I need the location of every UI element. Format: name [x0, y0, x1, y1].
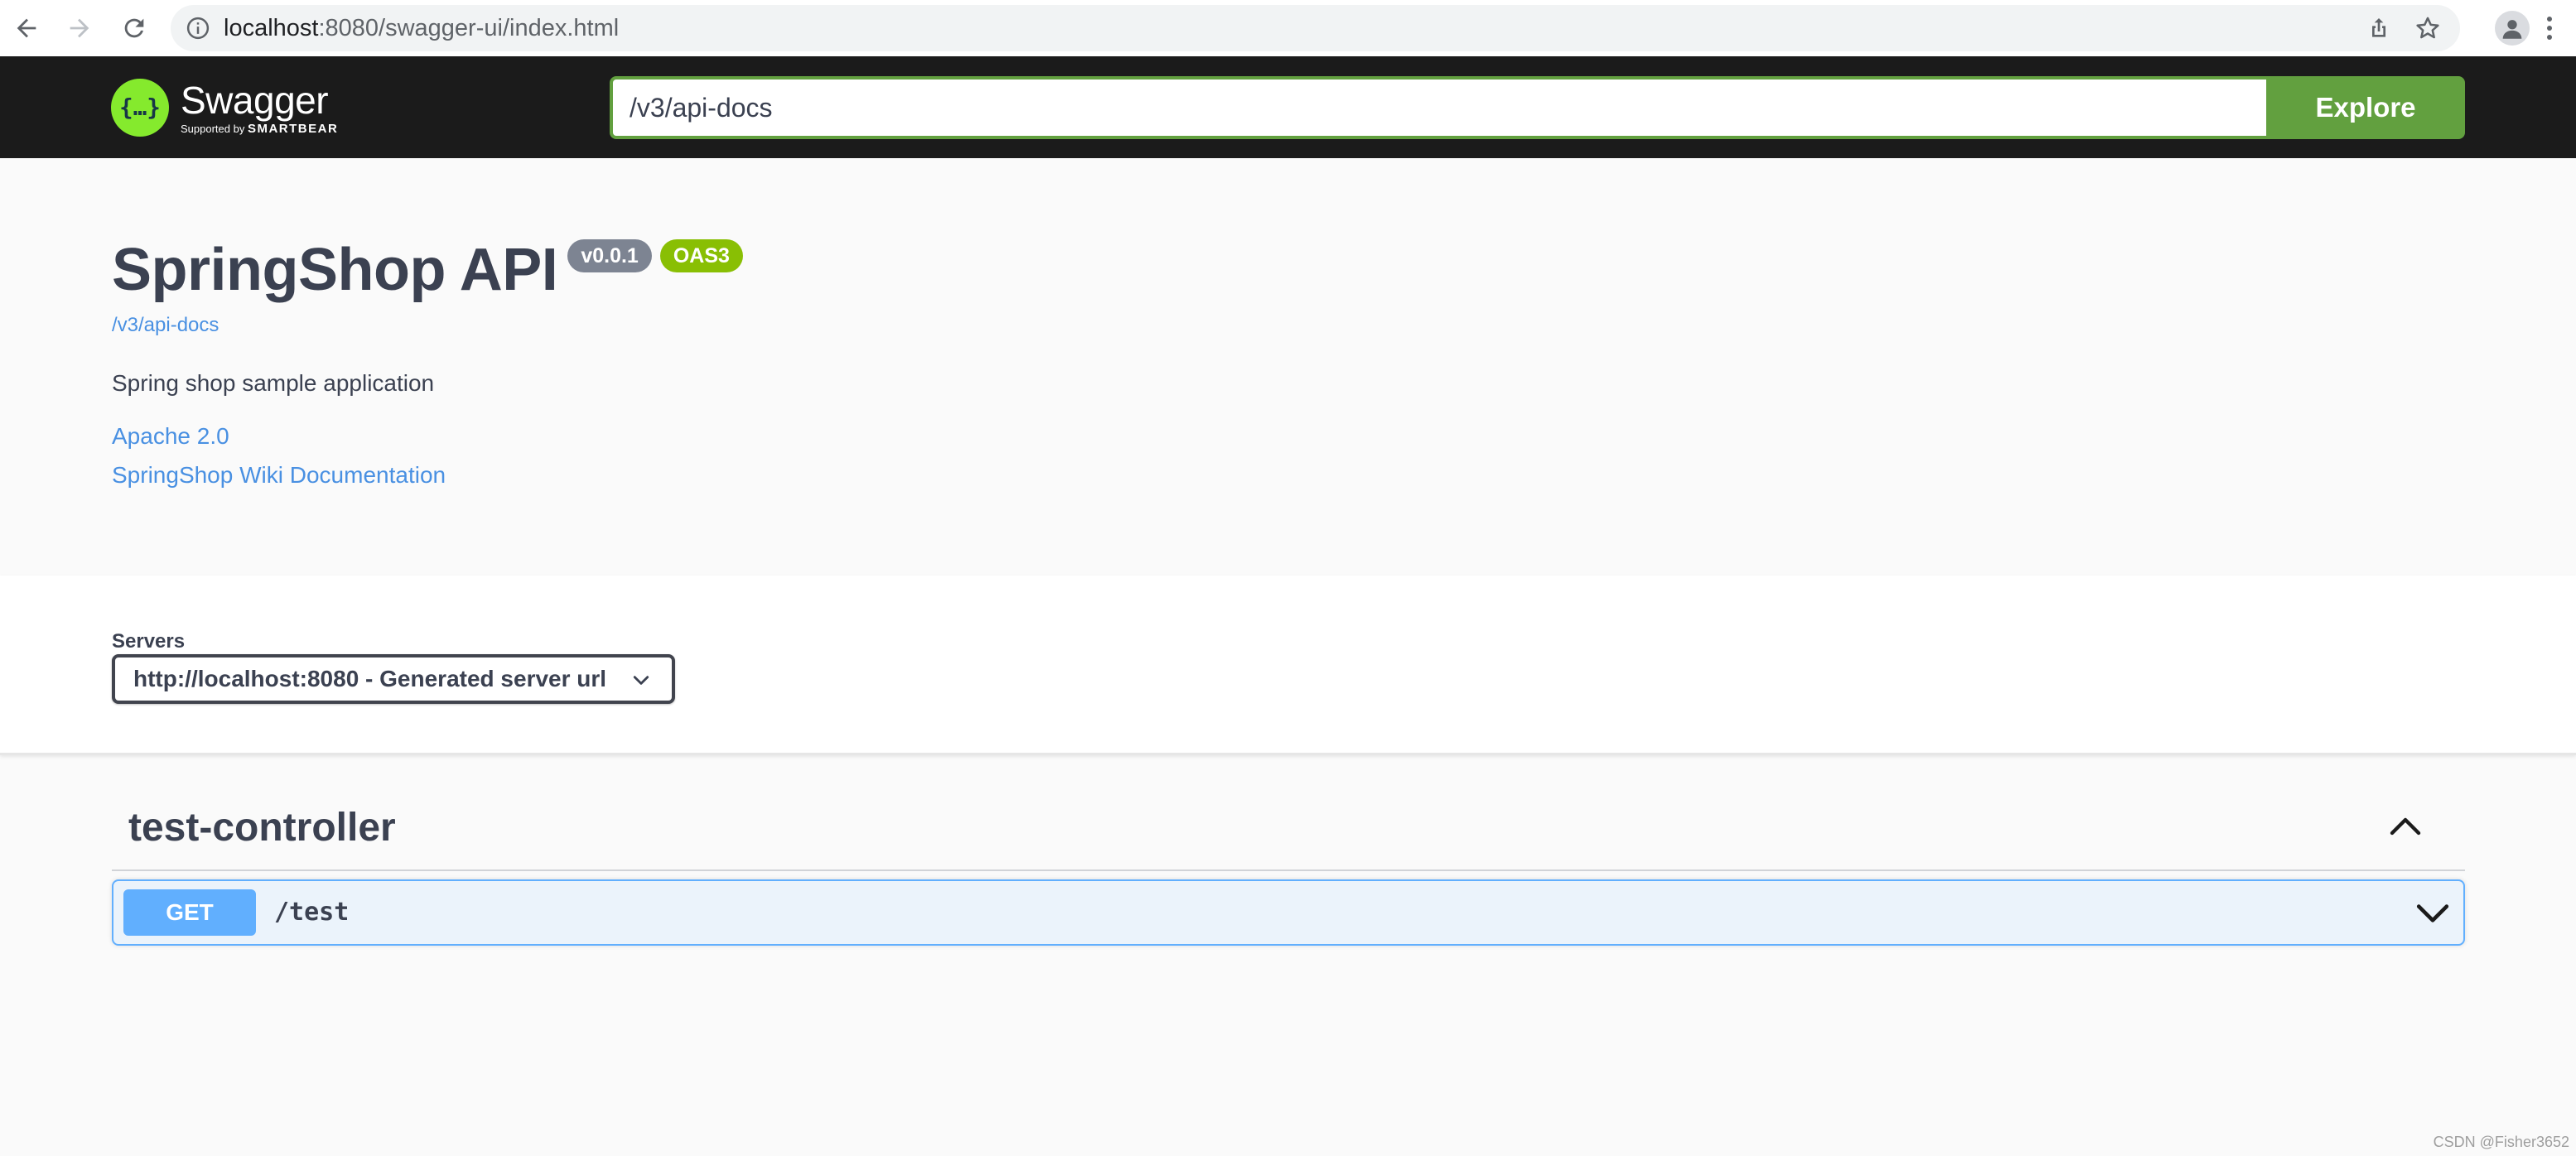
forward-button[interactable]: [55, 3, 104, 53]
url-text: localhost:8080/swagger-ui/index.html: [224, 14, 620, 41]
api-description: Spring shop sample application: [112, 370, 435, 396]
explore-form: Explore: [610, 76, 2465, 139]
oas-badge: OAS3: [659, 239, 743, 272]
logo-subtitle: Supported by SMARTBEAR: [181, 122, 339, 136]
svg-text:{…}: {…}: [119, 94, 161, 121]
operation-path: /test: [274, 898, 350, 927]
operation-get-test[interactable]: GET /test: [112, 879, 2465, 946]
servers-label: Servers: [112, 630, 186, 653]
servers-selected-value: http://localhost:8080 - Generated server…: [133, 666, 607, 691]
swagger-logo-icon: {…}: [111, 79, 169, 137]
kebab-menu-icon: [2547, 17, 2552, 40]
profile-avatar[interactable]: [2495, 11, 2530, 46]
reload-icon: [124, 18, 144, 38]
spec-link[interactable]: /v3/api-docs: [112, 314, 219, 337]
tag-name: test-controller: [128, 806, 396, 850]
chevron-down-icon: [633, 676, 649, 685]
version-badge: v0.0.1: [567, 239, 652, 272]
browser-toolbar: localhost:8080/swagger-ui/index.html: [0, 0, 2576, 56]
api-title: SpringShop API: [112, 237, 558, 303]
swagger-topbar: {…} Swagger Supported by SMARTBEAR Explo…: [0, 56, 2576, 158]
watermark: CSDN @Fisher3652: [2433, 1134, 2569, 1150]
reload-button[interactable]: [109, 3, 159, 53]
license-link[interactable]: Apache 2.0: [112, 423, 229, 450]
api-title-row: SpringShop API v0.0.1 OAS3: [112, 238, 743, 302]
browser-menu-button[interactable]: [2536, 8, 2563, 48]
chevron-up-icon[interactable]: [2389, 810, 2422, 843]
bookmark-star-icon[interactable]: [2414, 14, 2442, 42]
address-bar[interactable]: localhost:8080/swagger-ui/index.html: [171, 5, 2460, 51]
logo-name: Swagger: [181, 79, 329, 122]
arrow-left-icon: [17, 18, 36, 38]
back-button[interactable]: [2, 3, 51, 53]
external-docs-link[interactable]: SpringShop Wiki Documentation: [112, 462, 446, 489]
api-info-section: SpringShop API v0.0.1 OAS3 /v3/api-docs …: [0, 158, 2576, 576]
swagger-logo[interactable]: {…} Swagger Supported by SMARTBEAR: [111, 73, 338, 142]
chevron-down-icon[interactable]: [2415, 896, 2450, 931]
share-icon[interactable]: [2366, 15, 2392, 41]
servers-section: Servers http://localhost:8080 - Generate…: [0, 576, 2576, 755]
explore-button[interactable]: Explore: [2266, 76, 2465, 139]
arrow-right-icon: [70, 18, 89, 38]
info-icon: [186, 17, 210, 40]
person-icon: [2502, 20, 2522, 39]
spec-url-input[interactable]: [610, 76, 2266, 139]
tag-header-test-controller[interactable]: test-controller: [112, 797, 2465, 871]
method-badge: GET: [123, 889, 256, 936]
servers-select[interactable]: http://localhost:8080 - Generated server…: [112, 654, 675, 704]
